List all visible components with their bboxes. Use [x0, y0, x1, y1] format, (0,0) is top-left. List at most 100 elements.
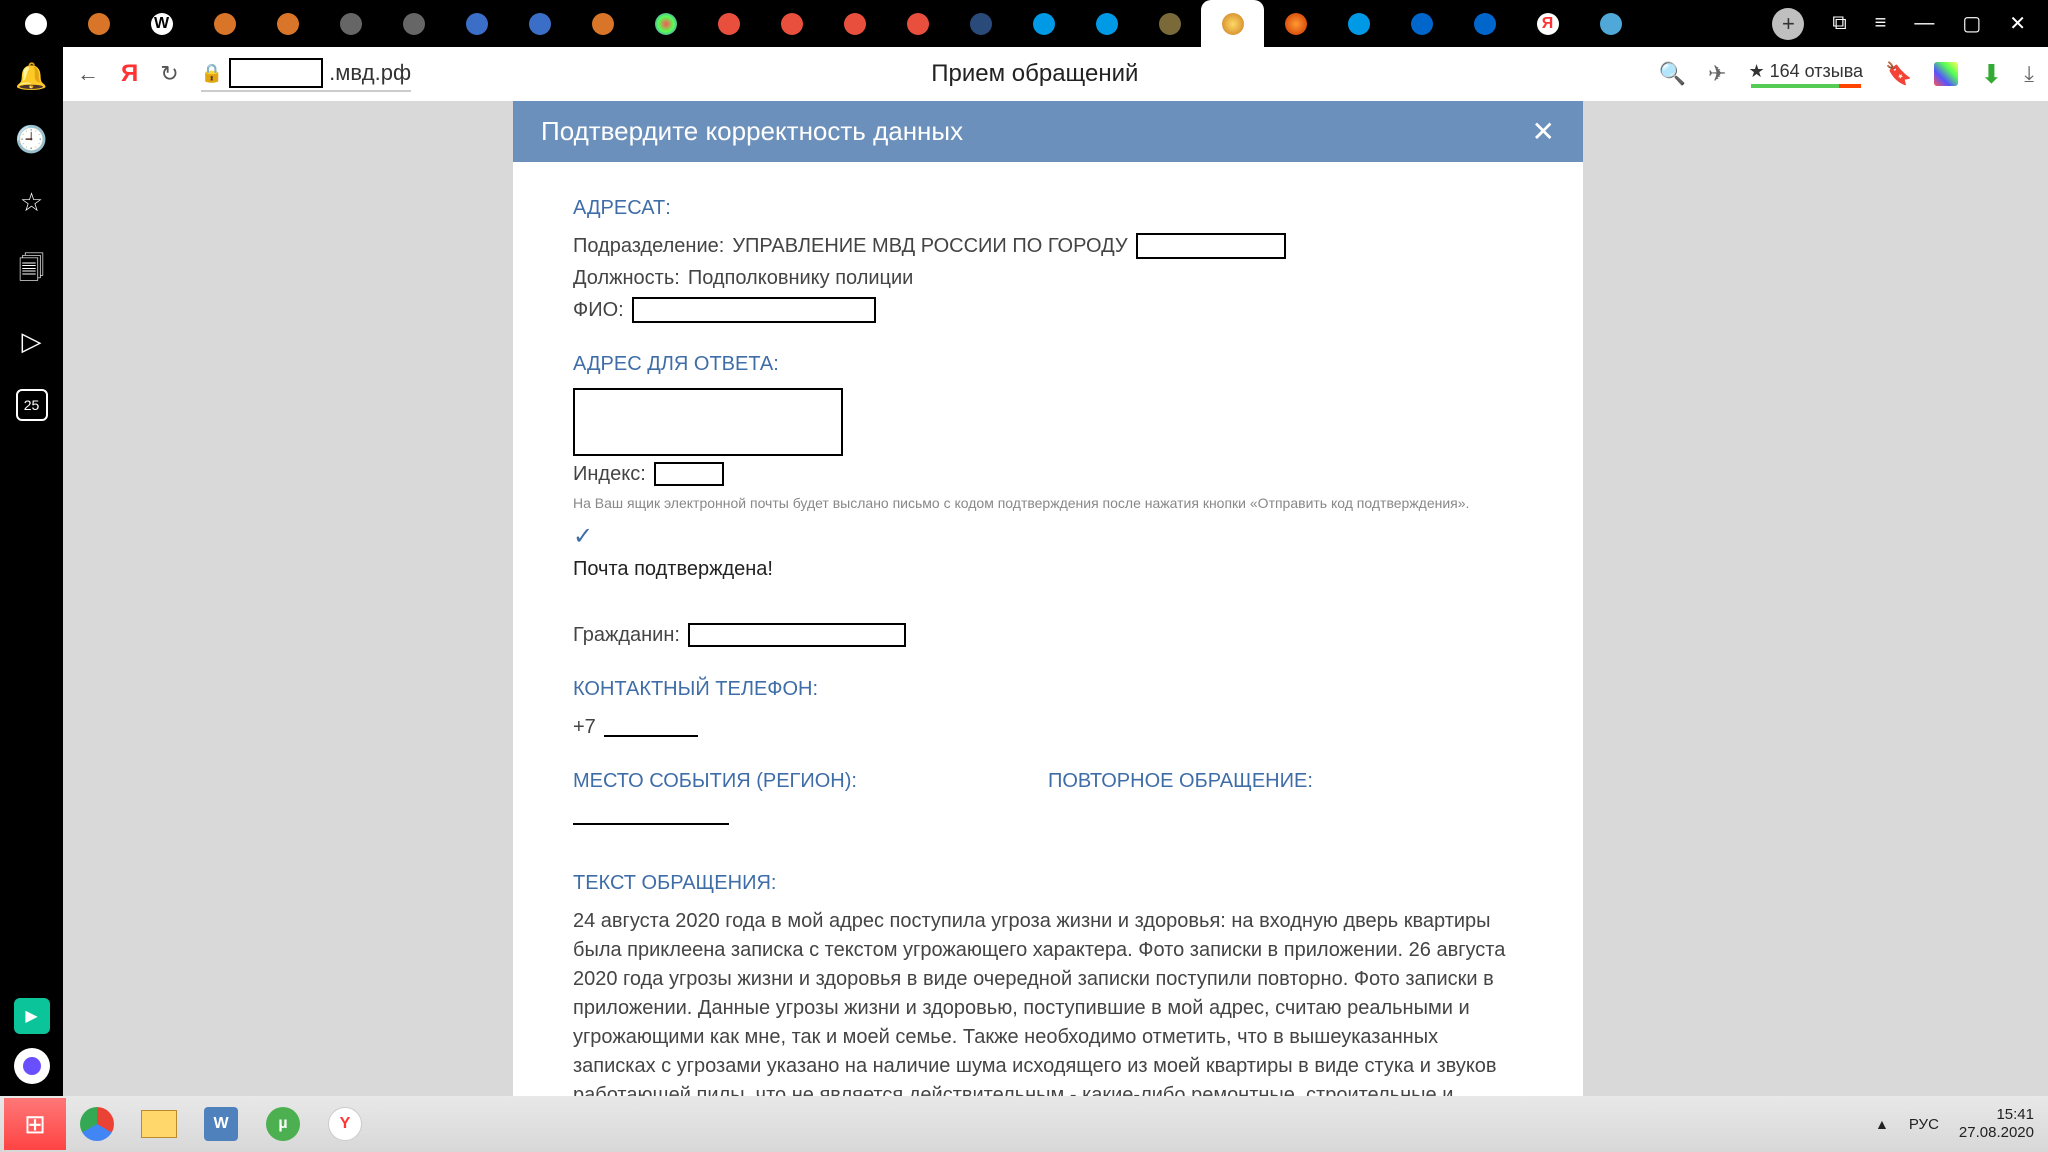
address-redacted: [573, 388, 843, 456]
section-text: ТЕКСТ ОБРАЩЕНИЯ:: [573, 869, 1523, 897]
page-title: Прием обращений: [425, 60, 1645, 88]
position-value: Подполковнику полиции: [688, 264, 914, 292]
tab-2[interactable]: [67, 0, 130, 47]
region-redacted: [573, 805, 729, 825]
extension-icon[interactable]: [1934, 62, 1958, 86]
clock-time: 15:41: [1959, 1106, 2034, 1124]
modal-body: АДРЕСАТ: Подразделение: УПРАВЛЕНИЕ МВД Р…: [513, 162, 1583, 1096]
tab-8[interactable]: [445, 0, 508, 47]
clock-date: 27.08.2020: [1959, 1124, 2034, 1142]
tab-18[interactable]: [1075, 0, 1138, 47]
check-icon: ✓: [573, 520, 1523, 554]
tab-24[interactable]: [1453, 0, 1516, 47]
search-icon[interactable]: 🔍: [1659, 61, 1686, 87]
tab-7[interactable]: [382, 0, 445, 47]
taskbar-chrome[interactable]: [66, 1098, 128, 1150]
favorites-icon[interactable]: ☆: [20, 187, 43, 218]
yandex-icon[interactable]: Я: [121, 60, 138, 88]
menu-icon[interactable]: ≡: [1875, 12, 1887, 35]
tab-16[interactable]: [949, 0, 1012, 47]
alice-icon[interactable]: [14, 1048, 50, 1084]
url-field[interactable]: 🔒 .мвд.рф: [201, 56, 411, 92]
close-icon[interactable]: ✕: [1532, 115, 1555, 148]
back-icon[interactable]: ←: [77, 61, 99, 87]
start-button[interactable]: ⊞: [4, 1098, 66, 1150]
url-redacted: [229, 58, 323, 88]
dept-city-redacted: [1136, 233, 1286, 259]
taskbar-utorrent[interactable]: µ: [252, 1098, 314, 1150]
position-label: Должность:: [573, 264, 680, 292]
citizen-redacted: [688, 623, 906, 647]
tab-26[interactable]: [1579, 0, 1642, 47]
tab-11[interactable]: [634, 0, 697, 47]
minimize-icon[interactable]: —: [1914, 12, 1934, 35]
download-icon[interactable]: ⬇: [1980, 59, 2002, 90]
tab-9[interactable]: [508, 0, 571, 47]
tab-12[interactable]: [697, 0, 760, 47]
fio-label: ФИО:: [573, 296, 624, 324]
url-suffix: .мвд.рф: [329, 60, 411, 86]
tab-13[interactable]: [760, 0, 823, 47]
windows-taskbar: ⊞ W µ Y ▲ РУС 15:41 27.08.2020: [0, 1096, 2048, 1152]
tab-23[interactable]: [1390, 0, 1453, 47]
tab-21[interactable]: [1264, 0, 1327, 47]
media-icon[interactable]: ▷: [22, 326, 42, 357]
tab-4[interactable]: [193, 0, 256, 47]
address-bar: ← Я ↻ 🔒 .мвд.рф Прием обращений 🔍 ✈ ★ 16…: [63, 47, 2048, 101]
section-reply-address: АДРЕС ДЛЯ ОТВЕТА:: [573, 350, 1523, 378]
history-icon[interactable]: 🕘: [15, 124, 47, 155]
section-repeat: ПОВТОРНОЕ ОБРАЩЕНИЕ:: [1048, 767, 1523, 795]
tab-1[interactable]: [4, 0, 67, 47]
phone-redacted: [604, 717, 698, 737]
page-viewport: Подтвердите корректность данных ✕ АДРЕСА…: [63, 101, 2048, 1096]
tabs-count-badge[interactable]: 25: [16, 389, 48, 421]
tab-5[interactable]: [256, 0, 319, 47]
tray-expand-icon[interactable]: ▲: [1875, 1116, 1889, 1132]
notifications-icon[interactable]: 🔔: [15, 61, 47, 92]
tab-6[interactable]: [319, 0, 382, 47]
index-redacted: [654, 462, 724, 486]
tab-10[interactable]: [571, 0, 634, 47]
close-window-icon[interactable]: ✕: [2009, 11, 2026, 36]
maximize-icon[interactable]: ▢: [1962, 11, 1981, 36]
rocket-icon[interactable]: ✈: [1708, 61, 1726, 87]
tab-14[interactable]: [823, 0, 886, 47]
dept-label: Подразделение:: [573, 232, 724, 260]
reviews-badge[interactable]: ★ 164 отзыва: [1748, 61, 1863, 88]
taskbar-word[interactable]: W: [190, 1098, 252, 1150]
section-phone: КОНТАКТНЫЙ ТЕЛЕФОН:: [573, 675, 1523, 703]
section-addressee: АДРЕСАТ:: [573, 194, 1523, 222]
appeal-body: 24 августа 2020 года в мой адрес поступи…: [573, 907, 1523, 1096]
tabs-list-icon[interactable]: ⧉: [1832, 12, 1846, 35]
tab-active[interactable]: [1201, 0, 1264, 47]
citizen-label: Гражданин:: [573, 621, 680, 649]
tab-3[interactable]: W: [130, 0, 193, 47]
modal-header: Подтвердите корректность данных ✕: [513, 101, 1583, 162]
browser-tabstrip: W Я + ⧉ ≡ — ▢ ✕: [0, 0, 2048, 47]
section-region: МЕСТО СОБЫТИЯ (РЕГИОН):: [573, 767, 1048, 795]
fio-redacted: [632, 297, 876, 323]
tab-19[interactable]: [1138, 0, 1201, 47]
email-hint: На Ваш ящик электронной почты будет высл…: [573, 494, 1523, 514]
modal-title: Подтвердите корректность данных: [541, 116, 963, 147]
tab-22[interactable]: [1327, 0, 1390, 47]
collections-icon[interactable]: 🗐: [19, 250, 45, 294]
bookmark-icon[interactable]: 🔖: [1885, 61, 1912, 87]
taskbar-yandex[interactable]: Y: [314, 1098, 376, 1150]
reload-icon[interactable]: ↻: [160, 61, 178, 87]
tab-15[interactable]: [886, 0, 949, 47]
dept-value: УПРАВЛЕНИЕ МВД РОССИИ ПО ГОРОДУ: [732, 232, 1127, 260]
phone-prefix: +7: [573, 713, 596, 741]
language-indicator[interactable]: РУС: [1909, 1116, 1939, 1133]
tab-25[interactable]: Я: [1516, 0, 1579, 47]
sidebar-app-1[interactable]: ▶: [14, 998, 50, 1034]
confirmation-modal: Подтвердите корректность данных ✕ АДРЕСА…: [513, 101, 1583, 1096]
new-tab-button[interactable]: +: [1772, 8, 1804, 40]
taskbar-explorer[interactable]: [128, 1098, 190, 1150]
index-label: Индекс:: [573, 460, 646, 488]
system-clock[interactable]: 15:41 27.08.2020: [1959, 1106, 2034, 1142]
tab-17[interactable]: [1012, 0, 1075, 47]
download-arrow-icon[interactable]: ⤓: [2024, 61, 2034, 87]
browser-sidebar: 🔔 🕘 ☆ 🗐 ▷ 25 ▶: [0, 47, 63, 1096]
email-confirmed: Почта подтверждена!: [573, 555, 1523, 583]
